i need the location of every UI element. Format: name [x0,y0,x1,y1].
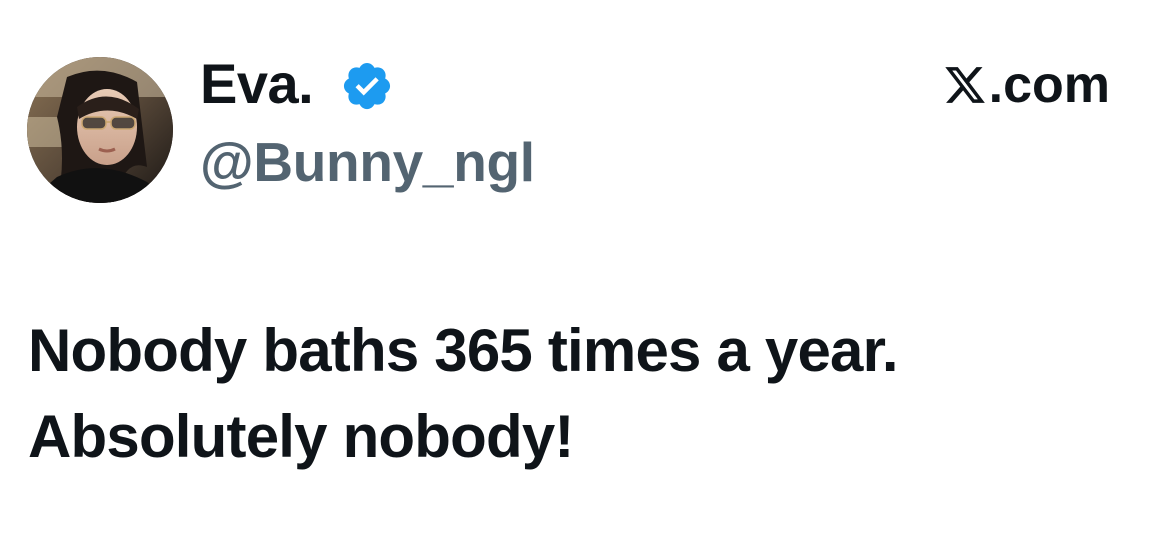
brand-watermark: .com [943,55,1110,115]
x-logo-icon [944,67,985,103]
tweet-card: Eva. @Bunny_ngl .com Nobody baths 365 ti… [0,0,1170,533]
brand-domain-suffix: .com [988,56,1110,114]
tweet-line: Absolutely nobody! [28,403,574,470]
display-name[interactable]: Eva. [200,52,314,116]
tweet-body: Nobody baths 365 times a year. Absolutel… [28,308,1138,480]
avatar[interactable] [27,57,173,203]
user-handle[interactable]: @Bunny_ngl [200,130,535,194]
verified-badge-icon[interactable] [340,59,394,113]
tweet-line: Nobody baths 365 times a year. [28,317,899,384]
avatar-photo [27,57,173,203]
